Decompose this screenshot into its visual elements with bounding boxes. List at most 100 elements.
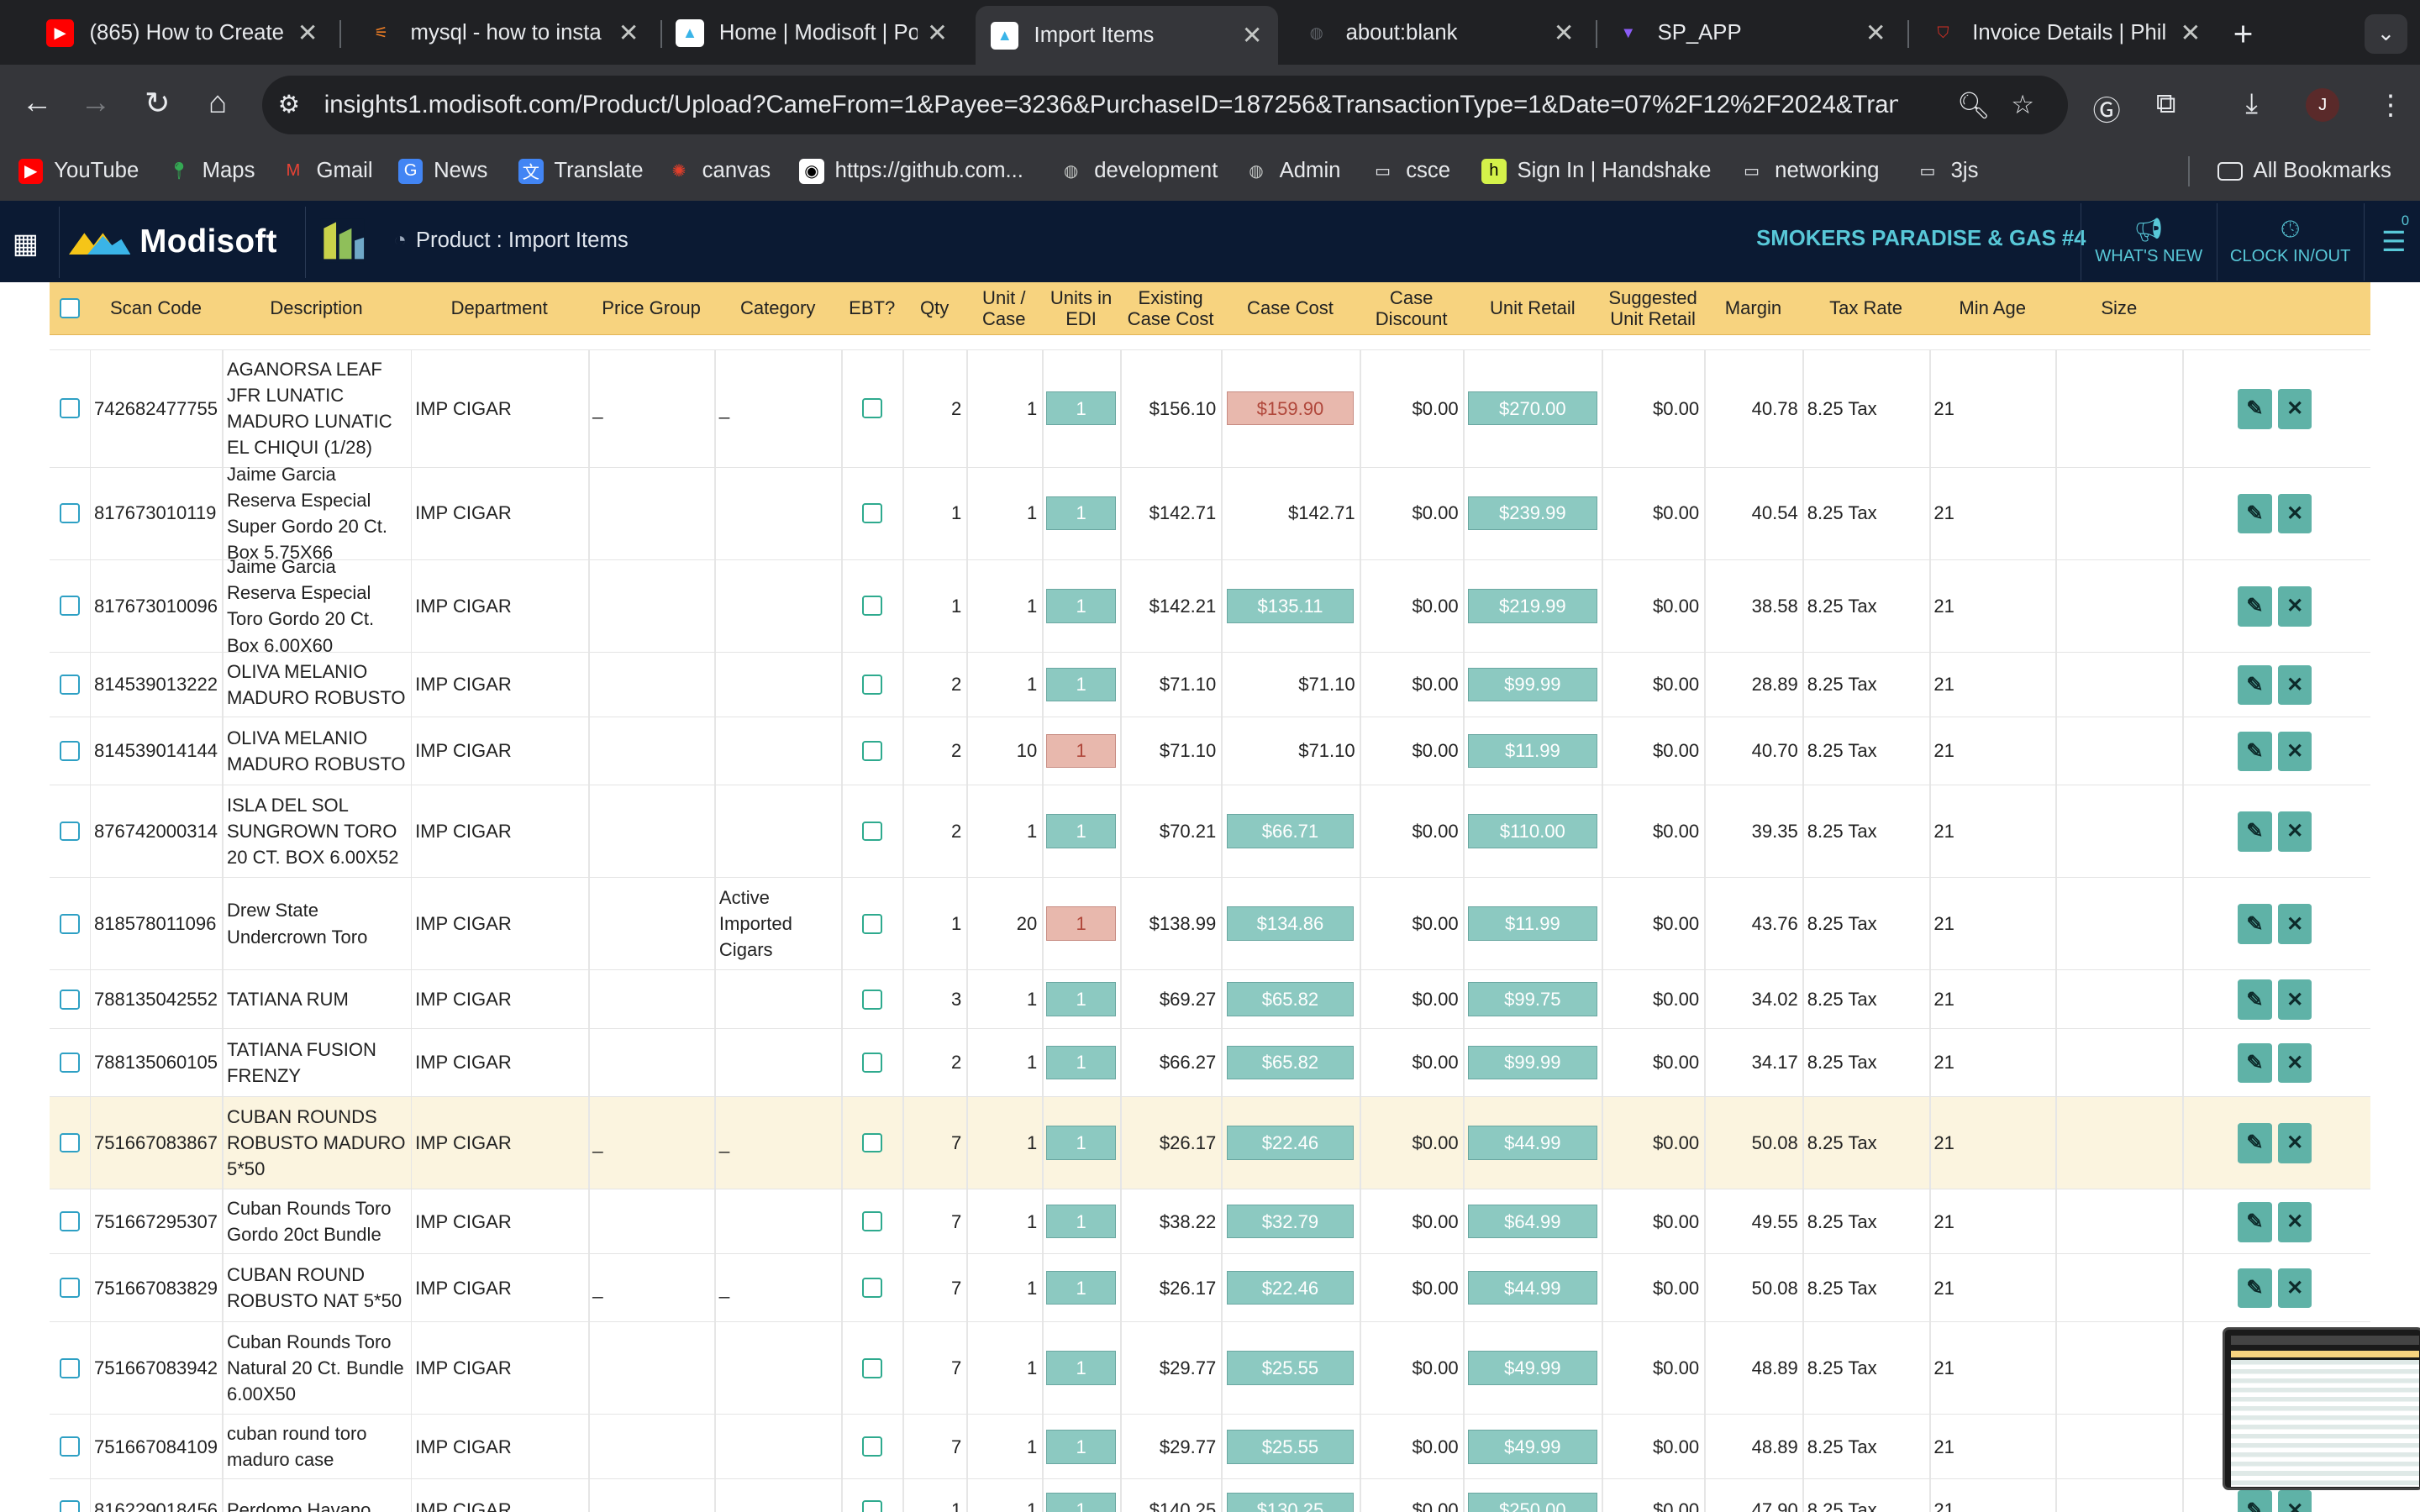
column-header[interactable]: Qty (902, 282, 965, 334)
row-select-checkbox[interactable] (54, 1479, 85, 1512)
delete-x-icon[interactable]: ✕ (2277, 1123, 2312, 1163)
table-row[interactable]: 814539014144 OLIVA MELANIO MADURO ROBUSTO… (49, 717, 2371, 785)
close-tab-icon[interactable]: ✕ (297, 18, 318, 48)
table-row[interactable]: 816229018456 Perdomo Havano IMP CIGAR 1 1 1 $1… (49, 1479, 2371, 1512)
case-cost-input[interactable]: $22.46 (1227, 1126, 1354, 1160)
reload-button[interactable]: ↻ (137, 85, 177, 121)
delete-x-icon[interactable]: ✕ (2277, 1201, 2312, 1242)
units-in-edi-input[interactable]: 1 (1046, 589, 1116, 623)
zoom-icon[interactable]: 🔍︎ (1957, 90, 1991, 121)
ebt-checkbox[interactable] (846, 785, 898, 877)
checkbox[interactable] (861, 1436, 882, 1457)
checkbox[interactable] (59, 398, 80, 419)
select-all-checkbox[interactable] (50, 282, 90, 334)
edit-pencil-icon[interactable]: ✎ (2238, 388, 2272, 429)
row-select-checkbox[interactable] (54, 717, 85, 785)
bookmark-star-icon[interactable]: ☆ (2011, 90, 2034, 120)
row-select-checkbox[interactable] (54, 653, 85, 717)
unit-retail-input[interactable]: $99.99 (1467, 667, 1597, 702)
case-cost-input[interactable]: $159.90 (1227, 391, 1354, 426)
ebt-checkbox[interactable] (846, 1322, 898, 1414)
edit-pencil-icon[interactable]: ✎ (2238, 731, 2272, 772)
case-cost-input[interactable]: $130.25 (1227, 1493, 1354, 1512)
delete-x-icon[interactable]: ✕ (2277, 1268, 2312, 1309)
edit-pencil-icon[interactable]: ✎ (2238, 1123, 2272, 1163)
ebt-checkbox[interactable] (846, 1415, 898, 1478)
edit-pencil-icon[interactable]: ✎ (2238, 1268, 2272, 1309)
case-cost-input[interactable]: $22.46 (1227, 1270, 1354, 1305)
column-header[interactable]: Case Cost (1221, 282, 1360, 334)
delete-x-icon[interactable]: ✕ (2277, 811, 2312, 852)
column-header[interactable]: Min Age (1929, 282, 2056, 334)
unit-retail-input[interactable]: $239.99 (1467, 496, 1597, 531)
units-in-edi-input[interactable]: 1 (1046, 667, 1116, 702)
checkbox[interactable] (59, 1132, 80, 1153)
checkbox[interactable] (59, 1436, 80, 1457)
ebt-checkbox[interactable] (846, 468, 898, 559)
checkbox[interactable] (59, 298, 80, 319)
checkbox[interactable] (861, 675, 882, 695)
delete-x-icon[interactable]: ✕ (2277, 979, 2312, 1021)
checkbox[interactable] (861, 913, 882, 934)
unit-retail-input[interactable]: $219.99 (1467, 589, 1597, 623)
units-in-edi-input[interactable]: 1 (1046, 1270, 1116, 1305)
case-cost-input[interactable]: $134.86 (1227, 906, 1354, 941)
table-row[interactable]: 818578011096 Drew State Undercrown Toro IM… (49, 878, 2371, 971)
checkbox[interactable] (59, 1357, 80, 1378)
unit-retail-input[interactable]: $250.00 (1467, 1493, 1597, 1512)
table-row[interactable]: 817673010119 Jaime Garcia Reserva Especia… (49, 464, 2371, 563)
ebt-checkbox[interactable] (846, 350, 898, 467)
edit-pencil-icon[interactable]: ✎ (2238, 1042, 2272, 1084)
bookmark-6[interactable]: ✺ canvas (666, 159, 771, 183)
extensions-icon[interactable]: ⧉ (2156, 88, 2176, 120)
column-header[interactable]: Scan Code (90, 282, 223, 334)
column-header[interactable]: Suggested Unit Retail (1602, 282, 1703, 334)
units-in-edi-input[interactable]: 1 (1046, 814, 1116, 848)
grammarly-extension-icon[interactable]: Ⓖ (2093, 88, 2121, 129)
case-cost-input[interactable]: $135.11 (1227, 589, 1354, 623)
column-header[interactable]: Case Discount (1360, 282, 1463, 334)
checkbox[interactable] (59, 675, 80, 695)
table-row[interactable]: 814539013222 OLIVA MELANIO MADURO ROBUSTO… (49, 652, 2371, 718)
row-select-checkbox[interactable] (54, 878, 85, 969)
case-cost-input[interactable]: $32.79 (1227, 1204, 1354, 1239)
url-text[interactable]: insights1.modisoft.com/Product/Upload?Ca… (324, 91, 1898, 119)
bookmark-10[interactable]: ▭ csce (1370, 159, 1450, 183)
column-header[interactable]: EBT? (841, 282, 902, 334)
bookmark-7[interactable]: ◉ https://github.com... (799, 159, 1023, 184)
unit-retail-input[interactable]: $99.75 (1467, 982, 1597, 1016)
unit-retail-input[interactable]: $44.99 (1467, 1270, 1597, 1305)
checkbox[interactable] (59, 1053, 80, 1073)
row-select-checkbox[interactable] (54, 1097, 85, 1189)
bookmark-2[interactable]: 📍︎ Maps (166, 159, 255, 183)
edit-pencil-icon[interactable]: ✎ (2238, 1490, 2272, 1512)
column-header[interactable]: Size (2055, 282, 2182, 334)
row-select-checkbox[interactable] (54, 970, 85, 1028)
unit-retail-input[interactable]: $270.00 (1467, 391, 1597, 426)
forward-button[interactable]: → (76, 85, 116, 120)
checkbox[interactable] (861, 821, 882, 842)
row-select-checkbox[interactable] (54, 785, 85, 877)
edit-pencil-icon[interactable]: ✎ (2238, 904, 2272, 945)
modisoft-logo[interactable]: Modisoft (58, 207, 306, 278)
ebt-checkbox[interactable] (846, 1029, 898, 1096)
table-row[interactable]: 751667083867 CUBAN ROUNDS ROBUSTO MADURO … (49, 1096, 2371, 1190)
units-in-edi-input[interactable]: 1 (1046, 1430, 1116, 1464)
table-row[interactable]: 788135060105 TATIANA FUSION FRENZY IMP CIG… (49, 1029, 2371, 1097)
units-in-edi-input[interactable]: 1 (1046, 391, 1116, 426)
units-in-edi-input[interactable]: 1 (1046, 906, 1116, 941)
bookmark-1[interactable]: ▶ YouTube (18, 159, 139, 184)
checkbox[interactable] (59, 1211, 80, 1232)
tab-5[interactable]: ◍ about:blank ✕ (1287, 8, 1590, 59)
row-select-checkbox[interactable] (54, 1189, 85, 1253)
ebt-checkbox[interactable] (846, 560, 898, 652)
unit-retail-input[interactable]: $49.99 (1467, 1351, 1597, 1385)
ebt-checkbox[interactable] (846, 717, 898, 785)
delete-x-icon[interactable]: ✕ (2277, 585, 2312, 627)
row-select-checkbox[interactable] (54, 350, 85, 467)
ebt-checkbox[interactable] (846, 1254, 898, 1321)
close-tab-icon[interactable]: ✕ (2181, 18, 2202, 48)
bookmark-12[interactable]: ▭ networking (1739, 159, 1879, 183)
column-header[interactable]: Margin (1704, 282, 1803, 334)
table-row[interactable]: 876742000314 ISLA DEL SOL SUNGROWN TORO 2… (49, 785, 2371, 879)
